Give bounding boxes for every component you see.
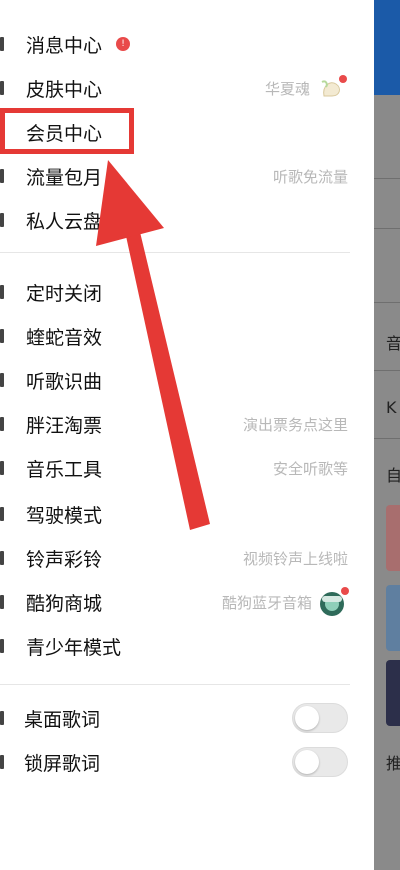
menu-item-label: 听歌识曲 [26, 370, 103, 393]
menu-item-label: 私人云盘 [26, 210, 103, 233]
bullet-mark [0, 169, 4, 183]
bullet-mark [0, 711, 4, 725]
menu-item-hint: 听歌免流量 [272, 167, 348, 186]
dimmed-background-page[interactable]: 音 K 自 推 [374, 0, 400, 870]
menu-item-music-tools[interactable]: 音乐工具 安全听歌等 [0, 446, 374, 490]
bullet-mark [0, 373, 4, 387]
bullet-mark [0, 329, 4, 343]
menu-item-ringtones[interactable]: 铃声彩铃 视频铃声上线啦 [0, 536, 374, 580]
speaker-product-icon [320, 587, 349, 616]
background-divider [374, 370, 400, 371]
section-divider [0, 684, 350, 685]
menu-item-label: 铃声彩铃 [26, 548, 103, 571]
menu-item-driving-mode[interactable]: 驾驶模式 [0, 492, 374, 536]
background-divider [374, 438, 400, 439]
desktop-lyrics-toggle[interactable] [292, 703, 348, 733]
menu-item-label: 消息中心 [26, 34, 103, 57]
menu-item-hint: 酷狗蓝牙音箱 [221, 593, 312, 612]
bullet-mark [0, 639, 4, 653]
menu-item-song-recognition[interactable]: 听歌识曲 [0, 358, 374, 402]
toggle-knob [295, 750, 319, 774]
menu-item-label: 音乐工具 [26, 458, 103, 481]
skin-thumbnail-icon [321, 75, 347, 97]
background-text: 音 [386, 334, 400, 353]
menu-item-label: 青少年模式 [26, 636, 122, 659]
menu-item-hint: 安全听歌等 [272, 459, 348, 478]
toggle-knob [295, 706, 319, 730]
background-thumbnail [386, 505, 400, 571]
menu-item-label: 定时关闭 [26, 282, 103, 305]
menu-item-label: 流量包月 [26, 166, 103, 189]
bullet-mark [0, 507, 4, 521]
background-thumbnail [386, 660, 400, 726]
menu-item-skin-center[interactable]: 皮肤中心 华夏魂 [0, 66, 374, 110]
background-divider [374, 302, 400, 303]
menu-item-hint: 华夏魂 [264, 79, 310, 98]
menu-item-message-center[interactable]: 消息中心 ! [0, 22, 374, 66]
bullet-mark [0, 551, 4, 565]
section-divider [0, 252, 350, 253]
notification-badge: ! [116, 37, 130, 51]
background-text: K [386, 398, 397, 417]
bullet-mark [0, 285, 4, 299]
lockscreen-lyrics-toggle[interactable] [292, 747, 348, 777]
bullet-mark [0, 417, 4, 431]
menu-item-label: 蝰蛇音效 [26, 326, 103, 349]
bullet-mark [0, 213, 4, 227]
bullet-mark [0, 81, 4, 95]
menu-item-label: 驾驶模式 [26, 504, 103, 527]
menu-item-hint: 演出票务点这里 [242, 415, 348, 434]
background-divider [374, 178, 400, 179]
menu-item-hint: 视频铃声上线啦 [242, 549, 348, 568]
background-text: 自 [386, 466, 400, 485]
setting-label: 桌面歌词 [24, 708, 101, 731]
menu-item-tickets[interactable]: 胖汪淘票 演出票务点这里 [0, 402, 374, 446]
menu-item-kugou-mall[interactable]: 酷狗商城 酷狗蓝牙音箱 [0, 580, 374, 624]
background-thumbnail [386, 585, 400, 651]
menu-item-label: 胖汪淘票 [26, 414, 103, 437]
menu-item-label: 皮肤中心 [26, 78, 103, 101]
highlight-annotation-box [0, 108, 134, 154]
setting-desktop-lyrics: 桌面歌词 [0, 696, 374, 740]
menu-item-viper-effects[interactable]: 蝰蛇音效 [0, 314, 374, 358]
background-divider [374, 228, 400, 229]
menu-item-sleep-timer[interactable]: 定时关闭 [0, 270, 374, 314]
menu-item-data-plan[interactable]: 流量包月 听歌免流量 [0, 154, 374, 198]
setting-lockscreen-lyrics: 锁屏歌词 [0, 740, 374, 784]
background-text: 推 [386, 754, 400, 773]
bullet-mark [0, 755, 4, 769]
menu-item-private-cloud[interactable]: 私人云盘 [0, 198, 374, 242]
menu-item-label: 酷狗商城 [26, 592, 103, 615]
bullet-mark [0, 595, 4, 609]
bullet-mark [0, 461, 4, 475]
background-header [374, 0, 400, 95]
menu-item-teen-mode[interactable]: 青少年模式 [0, 624, 374, 668]
bullet-mark [0, 37, 4, 51]
setting-label: 锁屏歌词 [24, 752, 101, 775]
